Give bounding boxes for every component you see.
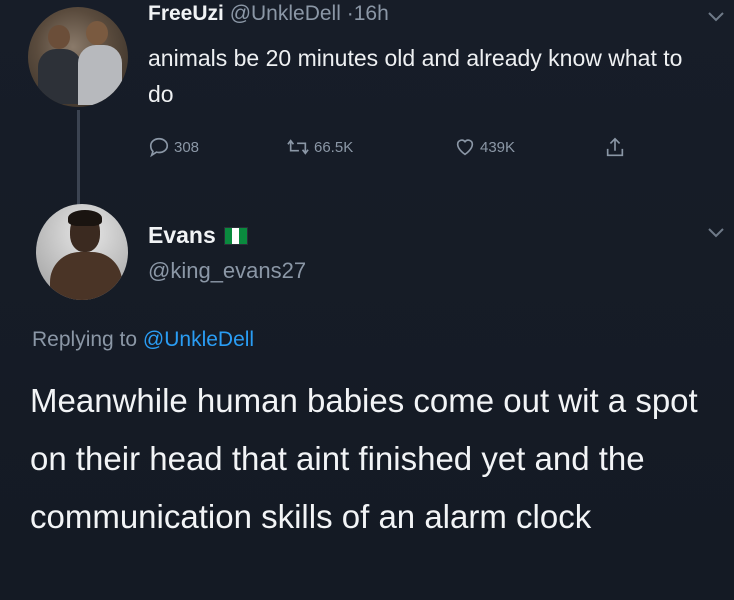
chevron-down-icon[interactable] <box>706 10 726 24</box>
timestamp[interactable]: 16h <box>354 2 389 25</box>
display-name[interactable]: Evans <box>148 222 216 249</box>
retweet-icon <box>287 139 309 155</box>
thread-connector-line <box>77 110 80 205</box>
reply-text: Meanwhile human babies come out wit a sp… <box>30 382 698 535</box>
display-name[interactable]: FreeUzi <box>148 2 224 25</box>
like-button[interactable]: 439K <box>454 136 515 158</box>
avatar[interactable] <box>36 204 128 300</box>
replying-to-line: Replying to @UnkleDell <box>32 328 254 352</box>
like-count: 439K <box>480 138 516 156</box>
reply-count: 308 <box>174 138 200 156</box>
chevron-down-icon[interactable] <box>706 226 726 240</box>
tweet-actions: 308 66.5K 439K <box>148 136 668 160</box>
nigeria-flag-icon <box>223 226 248 245</box>
reply-button[interactable]: 308 <box>148 136 199 158</box>
tweet-text: animals be 20 minutes old and already kn… <box>148 45 683 107</box>
replying-prefix: Replying to <box>32 328 138 351</box>
separator: · <box>346 2 354 25</box>
retweet-button[interactable]: 66.5K <box>286 136 353 158</box>
handle[interactable]: @UnkleDell <box>230 2 341 25</box>
handle[interactable]: @king_evans27 <box>148 258 306 284</box>
share-icon <box>606 137 624 157</box>
mention-link[interactable]: @UnkleDell <box>143 328 254 351</box>
reply-header: Evans <box>148 222 248 249</box>
share-button[interactable] <box>604 136 626 160</box>
twitter-thread-screen: FreeUzi @UnkleDell ·16h animals be 20 mi… <box>0 0 734 600</box>
tweet-header: FreeUzi @UnkleDell ·16h <box>148 2 389 26</box>
avatar[interactable] <box>28 7 128 107</box>
reply-icon <box>149 137 169 158</box>
heart-icon <box>456 139 474 156</box>
retweet-count: 66.5K <box>314 138 354 156</box>
